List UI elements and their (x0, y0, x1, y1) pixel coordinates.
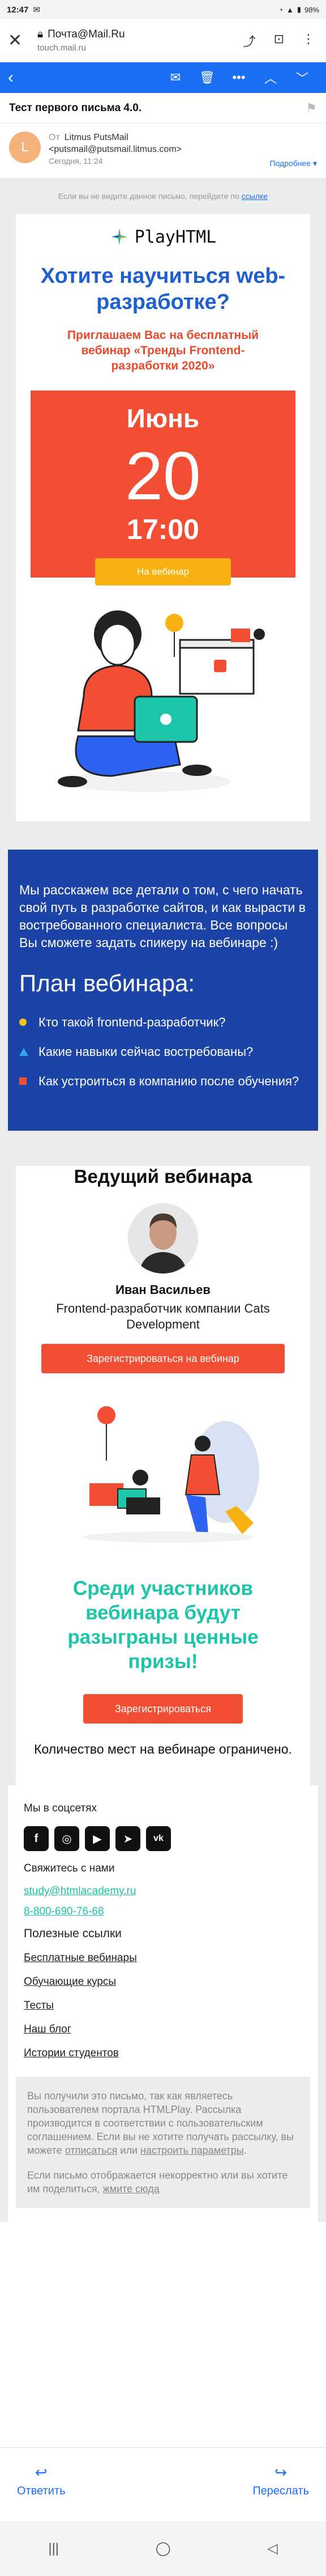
webinar-plan-section: Мы расскажем все детали о том, с чего на… (8, 850, 318, 1131)
mail-subject: Тест первого письма 4.0. (9, 101, 142, 114)
instagram-icon[interactable]: ◎ (54, 1826, 79, 1851)
social-title: Мы в соцсетях (24, 1802, 97, 1814)
mail-icon: ✉ (33, 5, 40, 15)
mail-date: Сегодня, 11:24 (49, 156, 103, 165)
avatar: L (9, 131, 41, 163)
community-illustration (84, 1406, 259, 1543)
link-tests[interactable]: Тесты (24, 2000, 302, 2012)
email-card: PlayHTML Хотите научиться web-разработке… (16, 214, 310, 821)
address-bar[interactable]: 🔒︎ Почта@Mail.Ru touch.mail.ru (31, 28, 243, 53)
social-section: Мы в соцсетях f ◎ ▶ ➤ vk Свяжитесь с нам… (8, 1785, 318, 2060)
recent-apps-icon[interactable]: ||| (48, 2541, 59, 2557)
contact-title: Свяжитесь с нами (24, 1862, 115, 1874)
plan-item: Как устроиться в компанию после обучения… (19, 1073, 307, 1090)
facebook-icon[interactable]: f (24, 1826, 49, 1851)
delete-icon[interactable]: 🗑︎ (191, 70, 223, 85)
next-icon[interactable]: ﹀ (286, 69, 318, 87)
plan-list: Кто такой frontend-разработчик? Какие на… (19, 1014, 307, 1090)
view-in-browser-link[interactable]: жмите сюда (103, 2183, 160, 2195)
battery-icon: ▮ (297, 5, 301, 14)
footer-note: Вы получили это письмо, так как являетес… (16, 2077, 310, 2208)
logo-text: PlayHTML (134, 227, 217, 247)
more-icon[interactable]: ••• (223, 70, 255, 85)
mail-toolbar: ‹ ✉ 🗑︎ ••• ︿ ﹀ (0, 62, 326, 93)
date-box: Июнь 20 17:00 На вебинар (31, 391, 295, 585)
host-photo (128, 1203, 198, 1274)
useful-links-title: Полезные ссылки (24, 1927, 122, 1940)
subject-row: Тест первого письма 4.0. ⚑ (0, 93, 326, 124)
status-bar: 12:47 ✉ ◔ ▲ ▮ 98% (0, 0, 326, 19)
logo: PlayHTML (16, 214, 310, 260)
battery-level: 98% (304, 5, 319, 14)
sender-name[interactable]: Litmus PutsMail (65, 133, 128, 142)
link-blog[interactable]: Наш блог (24, 2023, 302, 2036)
share-icon[interactable]: ⤴ (243, 32, 256, 50)
host-card: Ведущий вебинара Иван Васильев Frontend-… (16, 1166, 310, 1785)
reply-button[interactable]: ↩ Ответить (17, 2464, 66, 2521)
view-online-link[interactable]: ссылке (242, 192, 268, 201)
home-icon[interactable]: ◯ (156, 2540, 171, 2557)
plan-title: План вебинара: (19, 970, 195, 996)
link-free-webinars[interactable]: Бесплатные вебинары (24, 1952, 302, 1964)
android-nav-bar: ||| ◯ ◁ (0, 2521, 326, 2576)
telegram-icon[interactable]: ➤ (115, 1826, 140, 1851)
sender-email[interactable]: <putsmail@putsmail.litmus.com> (49, 143, 269, 155)
mark-read-icon[interactable]: ✉ (160, 70, 191, 85)
forward-icon: ↪ (274, 2464, 288, 2481)
limited-seats-text: Количество мест на вебинаре ограничено. (34, 1742, 292, 1756)
event-month: Июнь (126, 404, 200, 433)
flag-icon[interactable]: ⚑ (306, 101, 317, 116)
link-courses[interactable]: Обучающие курсы (24, 1976, 302, 1988)
vk-icon[interactable]: vk (146, 1826, 171, 1851)
footer-card: Мы в соцсетях f ◎ ▶ ➤ vk Свяжитесь с нам… (8, 1785, 318, 2222)
plan-item: Кто такой frontend-разработчик? (19, 1014, 307, 1031)
page-title: Почта@Mail.Ru (48, 28, 125, 40)
email-body: Если вы не видите данное письмо, перейди… (0, 178, 326, 2222)
contact-email-link[interactable]: study@htmlacademy.ru (24, 1885, 302, 1898)
unsubscribe-link[interactable]: отписаться (65, 2145, 118, 2156)
back-nav-icon[interactable]: ◁ (267, 2540, 277, 2557)
from-label: От (49, 133, 60, 142)
yellow-dot-icon (19, 1018, 27, 1026)
blue-triangle-icon (19, 1048, 28, 1056)
close-icon[interactable]: ✕ (8, 31, 31, 50)
forward-button[interactable]: ↪ Переслать (252, 2464, 309, 2521)
signal-icon: ▲ (286, 5, 294, 14)
clock: 12:47 (7, 5, 29, 15)
register-webinar-button[interactable]: Зарегистрироваться на вебинар (41, 1344, 285, 1373)
reply-icon: ↩ (35, 2464, 48, 2481)
mail-actions-bar: ↩ Ответить ↪ Переслать (0, 2447, 326, 2521)
prizes-text: Среди участников вебинара будут разыгран… (67, 1577, 259, 1673)
page-url: touch.mail.ru (37, 43, 86, 53)
back-icon[interactable]: ‹ (8, 68, 31, 87)
wifi-icon: ◔ (278, 5, 283, 14)
bookmark-icon[interactable]: ⊡ (274, 32, 284, 50)
developer-illustration (58, 610, 265, 792)
event-day: 20 (125, 438, 201, 514)
webinar-button[interactable]: На вебинар (95, 558, 231, 585)
red-square-icon (19, 1077, 27, 1085)
register-button[interactable]: Зарегистрироваться (83, 1694, 243, 1724)
host-title: Ведущий вебинара (74, 1166, 252, 1187)
plan-item: Какие навыки сейчас востребованы? (19, 1043, 307, 1060)
headline: Хотите научиться web-разработке? (40, 264, 286, 314)
lock-icon: 🔒︎ (37, 28, 44, 40)
view-online-notice: Если вы не видите данное письмо, перейди… (8, 178, 318, 214)
browser-toolbar: ✕ 🔒︎ Почта@Mail.Ru touch.mail.ru ⤴ ⊡ ⋮ (0, 19, 326, 62)
details-link[interactable]: Подробнее ▾ (269, 159, 317, 168)
more-vert-icon[interactable]: ⋮ (302, 32, 315, 50)
host-role: Frontend-разработчик компании Cats Devel… (56, 1301, 270, 1331)
invite-text: Приглашаем Вас на бесплатный вебинар «Тр… (67, 329, 259, 372)
contact-phone-link[interactable]: 8-800-690-76-68 (24, 1906, 302, 1918)
previous-icon[interactable]: ︿ (255, 69, 286, 87)
youtube-icon[interactable]: ▶ (85, 1826, 110, 1851)
logo-icon (111, 228, 127, 245)
host-name: Иван Васильев (115, 1283, 211, 1297)
settings-link[interactable]: настроить параметры (140, 2145, 244, 2156)
event-time: 17:00 (127, 513, 199, 545)
link-student-stories[interactable]: Истории студентов (24, 2047, 302, 2060)
sender-row: L От Litmus PutsMail <putsmail@putsmail.l… (0, 124, 326, 178)
intro-text: Мы расскажем все детали о том, с чего на… (19, 882, 306, 950)
